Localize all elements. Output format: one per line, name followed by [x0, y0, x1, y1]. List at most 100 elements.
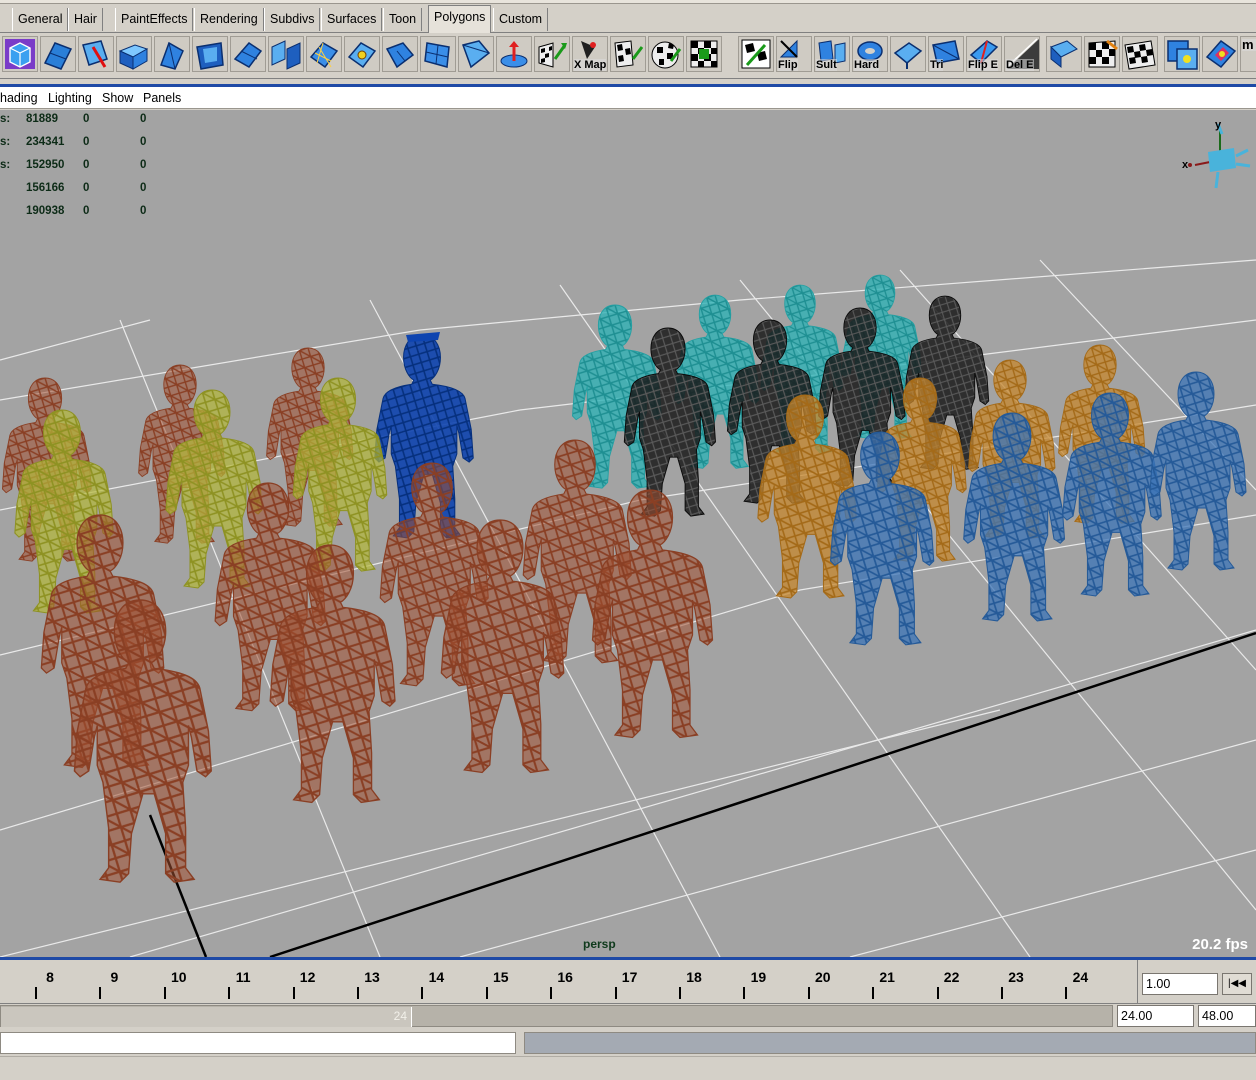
range-handle[interactable]: 24 [1, 1007, 412, 1027]
shelf-overflow-icon[interactable]: m P [1240, 36, 1256, 72]
flip-edge-icon[interactable]: Flip E [966, 36, 1002, 72]
frame-number: 15 [493, 969, 509, 985]
range-handle-label: 24 [393, 1009, 407, 1023]
uv-automatic-icon[interactable] [686, 36, 722, 72]
texture-checker-alt-icon[interactable] [1122, 36, 1158, 72]
flip-e-label: Flip E [968, 59, 998, 71]
poly-smooth-icon[interactable] [306, 36, 342, 72]
uv-planar-map-icon[interactable] [534, 36, 570, 72]
panel-menu-bar: hading Lighting Show Panels [0, 87, 1256, 109]
texture-view-icon[interactable] [1202, 36, 1238, 72]
frame-tick [872, 987, 875, 999]
frame-tick [614, 987, 617, 999]
uv-editor-icon[interactable] [738, 36, 774, 72]
view-axis-gizmo[interactable] [1188, 123, 1251, 189]
shelf-tab-hair[interactable]: Hair [68, 8, 103, 31]
menu-shading[interactable]: hading [0, 91, 38, 105]
menu-bar-remnant [0, 0, 1256, 4]
frame-tick [550, 987, 553, 999]
menu-show[interactable]: Show [102, 91, 133, 105]
poly-cube-icon[interactable] [2, 36, 38, 72]
hard-edge-icon[interactable]: Hard [852, 36, 888, 72]
tri-label: Tri [930, 59, 944, 71]
frame-number: 18 [686, 969, 702, 985]
frame-tick [679, 987, 681, 999]
menu-panels[interactable]: Panels [143, 91, 181, 105]
timeline-bar[interactable]: 8 9 10 11 12 13 14 15 16 17 18 19 20 21 22 23 24 [0, 960, 1138, 1003]
hud-value: 190938 [26, 205, 65, 217]
delete-edge-icon[interactable]: Del E [1004, 36, 1040, 72]
poly-extrude-face-icon[interactable] [116, 36, 152, 72]
frame-tick [292, 987, 295, 999]
goto-start-icon: |◀◀ [1228, 978, 1246, 989]
frame-tick [743, 987, 746, 999]
shelf-tab-custom[interactable]: Custom [493, 8, 549, 31]
poly-merge-icon[interactable] [268, 36, 304, 72]
frame-number: 11 [235, 969, 251, 985]
hud-value: 152950 [26, 159, 65, 171]
hud-value: 0 [83, 182, 90, 194]
poly-split-icon[interactable] [230, 36, 266, 72]
scene-canvas[interactable]: y x [0, 110, 1256, 957]
command-input[interactable] [0, 1032, 516, 1054]
triangulate-icon[interactable]: Tri [928, 36, 964, 72]
frame-tick [163, 987, 166, 999]
goto-start-button[interactable]: |◀◀ [1222, 973, 1252, 995]
uv-cylindrical-icon[interactable] [610, 36, 646, 72]
hud-value: 0 [140, 159, 147, 171]
flip-uv-icon[interactable]: Flip [776, 36, 812, 72]
help-line [0, 1056, 1256, 1080]
hard-label: Hard [854, 59, 880, 71]
poly-subdivide-icon[interactable] [420, 36, 456, 72]
frame-number: 16 [557, 969, 573, 985]
poly-extrude-edge-icon[interactable] [154, 36, 190, 72]
frame-tick [228, 987, 231, 999]
poly-collapse-icon[interactable] [458, 36, 494, 72]
range-slider: 24 24.00 48.00 [0, 1003, 1256, 1029]
camera-name-label: persp [583, 937, 616, 951]
menu-lighting[interactable]: Lighting [48, 91, 92, 105]
figure-steel-4 [1149, 371, 1247, 571]
frame-number: 14 [428, 969, 445, 985]
poly-append-icon[interactable] [344, 36, 380, 72]
frame-number: 10 [171, 969, 187, 985]
frame-number: 24 [1072, 969, 1089, 985]
current-time-field[interactable]: 1.00 [1142, 973, 1218, 995]
frame-tick [357, 987, 359, 999]
frame-tick [936, 987, 939, 999]
hud-value: 0 [83, 136, 90, 148]
hud-value: 0 [140, 205, 147, 217]
shelf-tab-rendering[interactable]: Rendering [194, 8, 264, 31]
frame-number: 23 [1008, 969, 1024, 985]
shelf-tab-bar: General Hair PaintEffects Rendering Subd… [0, 0, 1256, 33]
hud-label: s: [0, 113, 11, 125]
poly-bevel-icon[interactable] [192, 36, 228, 72]
frame-tick [1001, 987, 1003, 999]
perspective-viewport[interactable]: y x s: s: s: 81889 0 0 234341 0 0 152950… [0, 110, 1256, 957]
shelf-tab-subdivs[interactable]: Subdivs [264, 8, 321, 31]
frame-number: 13 [364, 969, 380, 985]
uv-map-icon[interactable]: X Map [572, 36, 608, 72]
poly-plane-icon[interactable] [40, 36, 76, 72]
shelf-tab-painteffects[interactable]: PaintEffects [115, 8, 194, 31]
range-track[interactable]: 24 [0, 1005, 1113, 1027]
poly-wedge-icon[interactable] [382, 36, 418, 72]
uv-spherical-icon[interactable] [648, 36, 684, 72]
shelf-tab-toon[interactable]: Toon [383, 8, 423, 31]
uv-snapshot-icon[interactable] [1164, 36, 1200, 72]
del-e-label: Del E [1006, 59, 1034, 71]
poly-combine-icon[interactable] [1046, 36, 1082, 72]
shelf-tab-surfaces[interactable]: Surfaces [321, 8, 383, 31]
shelf-tab-general[interactable]: General [12, 8, 69, 31]
uv-map-label: X Map [574, 59, 607, 71]
poly-pivot-icon[interactable] [496, 36, 532, 72]
range-end-field[interactable]: 24.00 [1117, 1005, 1194, 1027]
split-uv-icon[interactable]: Sult [814, 36, 850, 72]
hud-value: 81889 [26, 113, 58, 125]
texture-checker-icon[interactable] [1084, 36, 1120, 72]
playback-end-field[interactable]: 48.00 [1198, 1005, 1256, 1027]
hud-value: 0 [140, 182, 147, 194]
shelf-tab-polygons[interactable]: Polygons [428, 5, 492, 33]
soft-edge-icon[interactable] [890, 36, 926, 72]
poly-select-tool-icon[interactable] [78, 36, 114, 72]
